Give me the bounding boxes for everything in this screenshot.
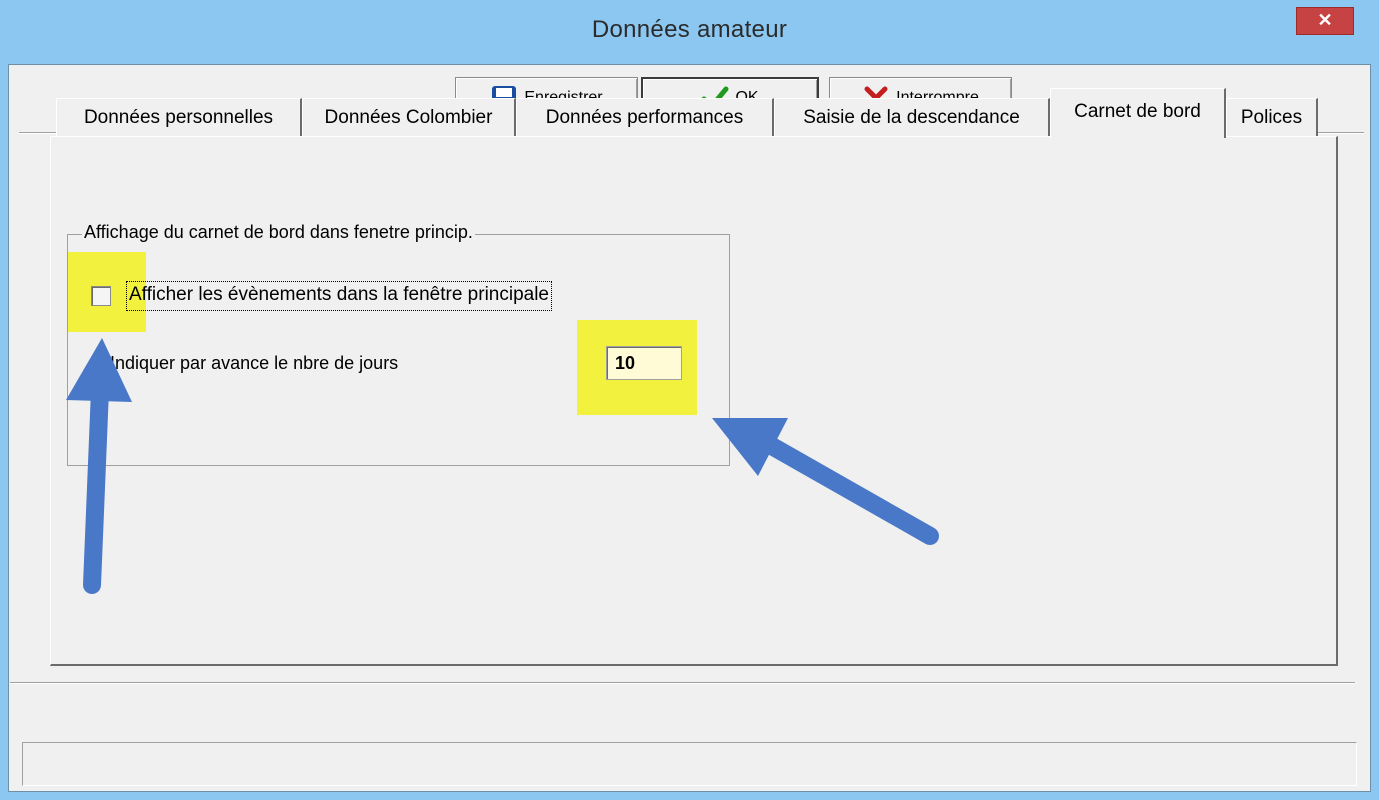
show-events-checkbox[interactable] xyxy=(91,286,111,306)
days-ahead-input[interactable] xyxy=(606,346,682,380)
tab-fonts[interactable]: Polices xyxy=(1226,98,1318,136)
days-ahead-label: Indiquer par avance le nbre de jours xyxy=(110,353,399,373)
tab-logbook[interactable]: Carnet de bord xyxy=(1050,88,1226,138)
title-bar[interactable]: Données amateur ✕ xyxy=(0,0,1379,64)
tab-personal-data[interactable]: Données personnelles xyxy=(56,98,302,136)
tab-loft-data[interactable]: Données Colombier xyxy=(302,98,516,136)
tab-offspring-entry[interactable]: Saisie de la descendance xyxy=(774,98,1050,136)
groupbox-title: Affichage du carnet de bord dans fenetre… xyxy=(82,222,475,243)
status-separator xyxy=(10,682,1355,684)
dialog-window: Données amateur ✕ Enregistrer OK xyxy=(0,0,1379,800)
close-button[interactable]: ✕ xyxy=(1296,7,1354,35)
window-title: Données amateur xyxy=(591,16,788,43)
status-bar xyxy=(22,742,1357,786)
show-events-label[interactable]: Afficher les évènements dans la fenêtre … xyxy=(126,281,553,311)
tab-performance-data[interactable]: Données performances xyxy=(516,98,774,136)
